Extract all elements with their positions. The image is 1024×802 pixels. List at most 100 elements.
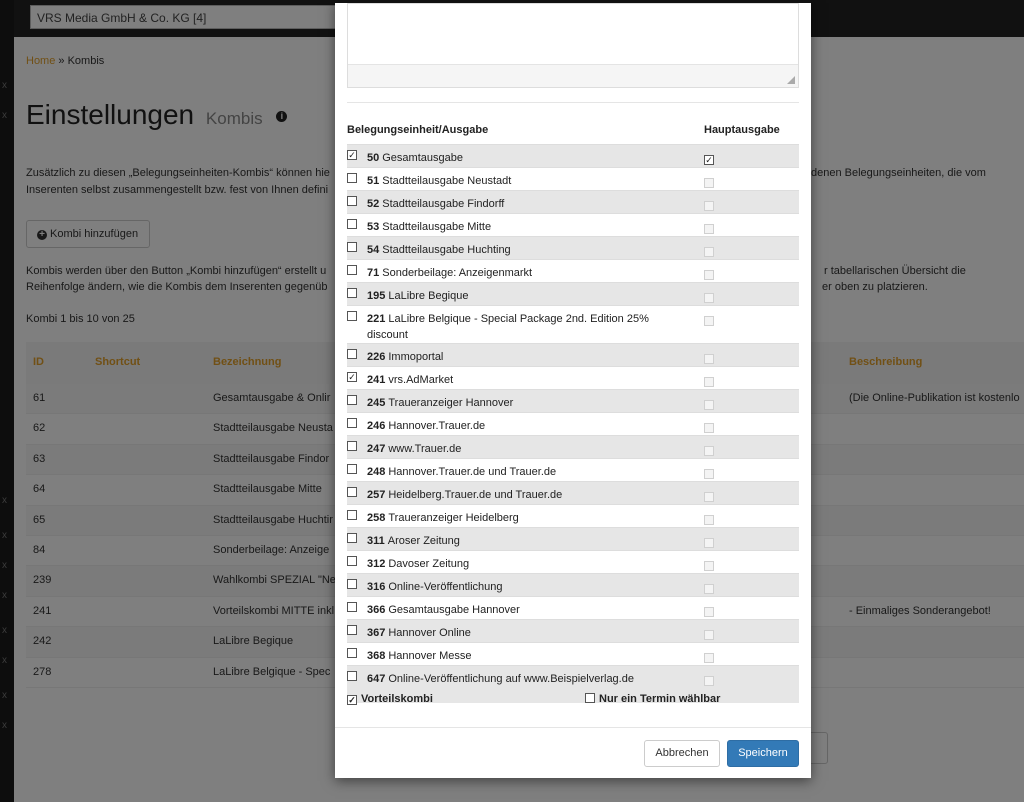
unit-name: Hannover Messe — [388, 650, 472, 662]
unit-checkbox[interactable] — [347, 311, 357, 321]
unit-row[interactable]: 368 Hannover Messe — [347, 642, 799, 665]
main-edition-checkbox[interactable] — [704, 469, 714, 479]
main-edition-checkbox[interactable] — [704, 377, 714, 387]
unit-number: 312 — [367, 558, 386, 570]
main-edition-checkbox[interactable] — [704, 293, 714, 303]
main-edition-checkbox[interactable] — [704, 676, 714, 686]
unit-checkbox[interactable] — [347, 288, 357, 298]
unit-number: 367 — [367, 627, 386, 639]
unit-row[interactable]: 311 Aroser Zeitung — [347, 527, 799, 550]
main-edition-checkbox[interactable] — [704, 538, 714, 548]
vorteilskombi-option[interactable]: ✓ Vorteilskombi — [347, 693, 433, 705]
main-edition-checkbox[interactable] — [704, 630, 714, 640]
unit-checkbox[interactable] — [347, 265, 357, 275]
unit-row[interactable]: 248 Hannover.Trauer.de und Trauer.de — [347, 458, 799, 481]
unit-checkbox[interactable] — [347, 196, 357, 206]
unit-name: Davoser Zeitung — [388, 558, 470, 570]
vorteilskombi-checkbox[interactable]: ✓ — [347, 695, 357, 705]
unit-row[interactable]: 52 Stadtteilausgabe Findorff — [347, 190, 799, 213]
unit-number: 258 — [367, 512, 386, 524]
unit-name: Online-Veröffentlichung — [388, 581, 503, 593]
unit-checkbox[interactable] — [347, 464, 357, 474]
main-edition-checkbox[interactable] — [704, 515, 714, 525]
unit-checkbox[interactable] — [347, 533, 357, 543]
unit-name: Traueranzeiger Heidelberg — [388, 512, 519, 524]
unit-checkbox[interactable]: ✓ — [347, 150, 357, 160]
unit-row[interactable]: ✓ 50 Gesamtausgabe ✓ — [347, 144, 799, 167]
edit-kombi-modal: Belegungseinheit/Ausgabe Hauptausgabe ✓ 5… — [335, 0, 811, 778]
unit-label: 246 Hannover.Trauer.de — [367, 418, 667, 434]
main-edition-checkbox[interactable] — [704, 607, 714, 617]
main-edition-checkbox[interactable] — [704, 492, 714, 502]
unit-checkbox[interactable] — [347, 441, 357, 451]
unit-label: 316 Online-Veröffentlichung — [367, 579, 667, 595]
unit-number: 246 — [367, 420, 386, 432]
unit-checkbox[interactable] — [347, 242, 357, 252]
unit-row[interactable]: 366 Gesamtausgabe Hannover — [347, 596, 799, 619]
unit-row[interactable]: 195 LaLibre Begique — [347, 282, 799, 305]
unit-label: 53 Stadtteilausgabe Mitte — [367, 219, 667, 235]
unit-checkbox[interactable] — [347, 395, 357, 405]
unit-row[interactable]: 221 LaLibre Belgique - Special Package 2n… — [347, 305, 799, 343]
main-edition-checkbox[interactable] — [704, 270, 714, 280]
cancel-button[interactable]: Abbrechen — [644, 740, 720, 767]
unit-checkbox[interactable] — [347, 349, 357, 359]
single-date-checkbox[interactable] — [585, 693, 595, 703]
main-edition-checkbox[interactable] — [704, 201, 714, 211]
unit-name: Gesamtausgabe Hannover — [388, 604, 520, 616]
unit-row[interactable]: 367 Hannover Online — [347, 619, 799, 642]
main-edition-checkbox[interactable] — [704, 224, 714, 234]
unit-checkbox[interactable] — [347, 487, 357, 497]
main-edition-checkbox[interactable] — [704, 178, 714, 188]
main-edition-checkbox[interactable] — [704, 561, 714, 571]
unit-row[interactable]: 247 www.Trauer.de — [347, 435, 799, 458]
main-edition-checkbox[interactable]: ✓ — [704, 155, 714, 165]
unit-checkbox[interactable] — [347, 671, 357, 681]
unit-row[interactable]: 316 Online-Veröffentlichung — [347, 573, 799, 596]
unit-row[interactable]: 54 Stadtteilausgabe Huchting — [347, 236, 799, 259]
unit-checkbox[interactable] — [347, 625, 357, 635]
main-edition-checkbox[interactable] — [704, 247, 714, 257]
unit-label: 312 Davoser Zeitung — [367, 556, 667, 572]
unit-row[interactable]: 51 Stadtteilausgabe Neustadt — [347, 167, 799, 190]
unit-checkbox[interactable] — [347, 173, 357, 183]
save-button[interactable]: Speichern — [727, 740, 799, 767]
unit-checkbox[interactable] — [347, 579, 357, 589]
unit-name: Stadtteilausgabe Mitte — [382, 221, 492, 233]
unit-checkbox[interactable] — [347, 418, 357, 428]
unit-checkbox[interactable] — [347, 602, 357, 612]
unit-name: Stadtteilausgabe Huchting — [382, 244, 511, 256]
main-edition-checkbox[interactable] — [704, 423, 714, 433]
unit-row[interactable]: 245 Traueranzeiger Hannover — [347, 389, 799, 412]
unit-number: 226 — [367, 351, 386, 363]
unit-checkbox[interactable] — [347, 556, 357, 566]
unit-row[interactable]: 53 Stadtteilausgabe Mitte — [347, 213, 799, 236]
unit-name: Gesamtausgabe — [382, 152, 463, 164]
unit-label: 54 Stadtteilausgabe Huchting — [367, 242, 667, 258]
unit-name: vrs.AdMarket — [388, 374, 454, 386]
unit-row[interactable]: 246 Hannover.Trauer.de — [347, 412, 799, 435]
unit-row[interactable]: 71 Sonderbeilage: Anzeigenmarkt — [347, 259, 799, 282]
unit-row[interactable]: ✓ 241 vrs.AdMarket — [347, 366, 799, 389]
main-edition-checkbox[interactable] — [704, 316, 714, 326]
unit-row[interactable]: 226 Immoportal — [347, 343, 799, 366]
main-edition-checkbox[interactable] — [704, 653, 714, 663]
textarea-footer — [348, 64, 798, 87]
main-edition-checkbox[interactable] — [704, 400, 714, 410]
unit-number: 71 — [367, 267, 380, 279]
unit-checkbox[interactable] — [347, 510, 357, 520]
resize-grip-icon[interactable] — [787, 76, 795, 84]
unit-name: Stadtteilausgabe Findorff — [382, 198, 505, 210]
main-edition-checkbox[interactable] — [704, 446, 714, 456]
unit-row[interactable]: 312 Davoser Zeitung — [347, 550, 799, 573]
unit-checkbox[interactable]: ✓ — [347, 372, 357, 382]
main-edition-checkbox[interactable] — [704, 354, 714, 364]
unit-checkbox[interactable] — [347, 219, 357, 229]
unit-row[interactable]: 257 Heidelberg.Trauer.de und Trauer.de — [347, 481, 799, 504]
unit-checkbox[interactable] — [347, 648, 357, 658]
unit-name: Sonderbeilage: Anzeigenmarkt — [382, 267, 533, 279]
main-edition-checkbox[interactable] — [704, 584, 714, 594]
single-date-option[interactable]: Nur ein Termin wählbar — [585, 693, 720, 705]
description-textarea[interactable] — [347, 3, 799, 88]
unit-row[interactable]: 258 Traueranzeiger Heidelberg — [347, 504, 799, 527]
